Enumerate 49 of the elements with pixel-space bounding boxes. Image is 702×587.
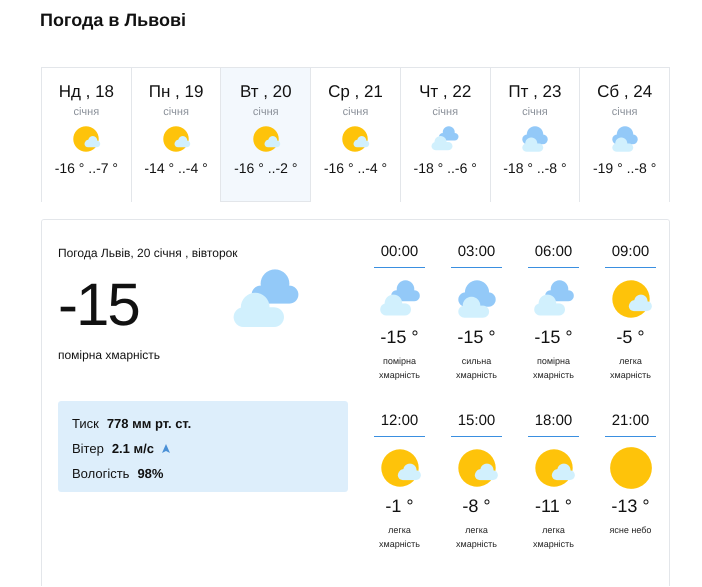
sun-cloud-icon <box>250 124 281 154</box>
detail-label: Тиск <box>72 415 99 432</box>
detail-value: 778 мм рт. ст. <box>106 415 192 432</box>
hour-description: легка хмарність <box>455 524 498 551</box>
sun-cloud-icon <box>340 124 370 154</box>
hour-temperature: -8 ° <box>462 496 491 517</box>
day-tab[interactable]: Ср , 21 січня -16 ° ..-4 ° <box>311 68 401 202</box>
hour-temperature: -5 ° <box>616 327 645 348</box>
day-tab[interactable]: Вт , 20 січня -16 ° ..-2 ° <box>221 68 312 202</box>
hour-description: ясне небо <box>608 524 652 537</box>
hour-description: сильна хмарність <box>455 355 498 382</box>
hour-description: легка хмарність <box>609 355 652 382</box>
hour-description: помірна хмарність <box>378 355 421 382</box>
hour-time: 03:00 <box>451 242 502 268</box>
hour-temperature: -15 ° <box>380 327 419 348</box>
detail-label: Вітер <box>72 440 104 457</box>
hour-temperature: -15 ° <box>457 327 496 348</box>
hour-time: 06:00 <box>528 242 579 268</box>
hour-time: 09:00 <box>605 242 656 268</box>
page-title: Погода в Львові <box>40 9 186 32</box>
hour-description: помірна хмарність <box>532 355 575 382</box>
current-temperature: -15 <box>58 272 139 338</box>
hour-temperature: -13 ° <box>611 496 650 517</box>
hour-time: 18:00 <box>528 411 579 437</box>
sun-cloud-icon <box>161 124 192 154</box>
detail-value: 2.1 м/с <box>112 440 154 457</box>
hour-time: 12:00 <box>374 411 425 437</box>
weather-description: помірна хмарність <box>58 348 160 362</box>
day-tab[interactable]: Сб , 24 січня -19 ° ..-8 ° <box>580 68 670 202</box>
day-tab[interactable]: Нд , 18 січня -16 ° ..-7 ° <box>42 68 132 202</box>
forecast-heading: Погода Львів, 20 січня , вівторок <box>58 246 238 260</box>
detail-label: Вологість <box>72 465 130 482</box>
sun-cloud-icon <box>71 124 102 154</box>
hour-temperature: -11 ° <box>535 496 572 517</box>
hour-description: легка хмарність <box>532 524 575 551</box>
hour-time: 00:00 <box>374 242 425 268</box>
day-tab[interactable]: Чт , 22 січня -18 ° ..-6 ° <box>400 68 491 202</box>
heavy-clouds-icon <box>610 124 640 154</box>
sun-icon <box>608 446 652 490</box>
hour-time: 15:00 <box>451 411 502 437</box>
heavy-clouds-icon <box>520 124 550 154</box>
hour-temperature: -15 ° <box>534 327 573 348</box>
hour-time: 21:00 <box>605 411 656 437</box>
day-tab[interactable]: Пт , 23 січня -18 ° ..-8 ° <box>490 68 580 202</box>
wind-direction-icon <box>162 444 170 453</box>
day-tab[interactable]: Пн , 19 січня -14 ° ..-4 ° <box>132 68 222 202</box>
detail-value: 98% <box>137 465 164 482</box>
hour-temperature: -1 ° <box>385 496 414 517</box>
hour-description: легка хмарність <box>378 524 421 551</box>
